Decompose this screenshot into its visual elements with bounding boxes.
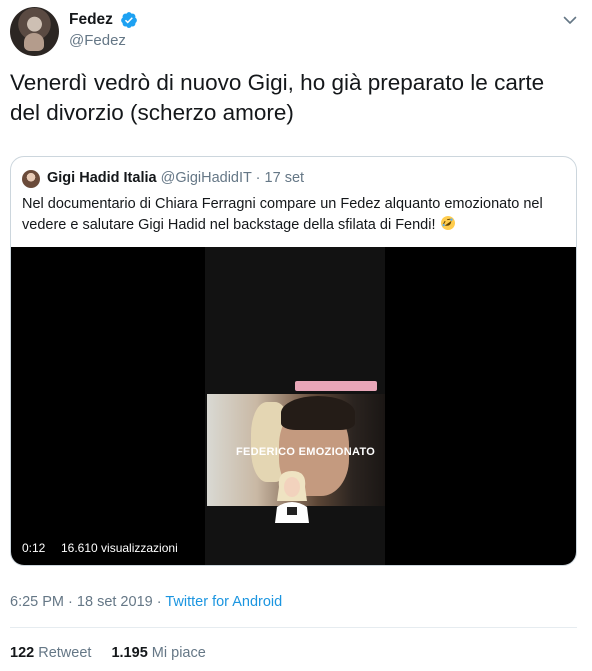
retweets-stat[interactable]: 122 Retweet: [10, 645, 95, 661]
tweet-text: Venerdì vedrò di nuovo Gigi, ho già prep…: [10, 70, 545, 125]
meta-separator: ·: [68, 594, 73, 610]
quoted-separator: ·: [255, 170, 261, 186]
rolling-on-floor-laughing-icon: [440, 216, 455, 230]
quoted-text: Nel documentario di Chiara Ferragni comp…: [22, 196, 543, 233]
tweet-meta: 6:25 PM · 18 set 2019 · Twitter for Andr…: [10, 594, 282, 610]
meta-separator-2: ·: [156, 594, 162, 610]
author-avatar[interactable]: [10, 7, 59, 56]
bitmoji-sticker: [275, 471, 309, 523]
divider: [10, 627, 577, 628]
quoted-header: Gigi Hadid Italia @GigiHadidIT · 17 set: [47, 170, 304, 186]
quoted-avatar[interactable]: [22, 170, 40, 188]
scene-figure-hair: [281, 396, 355, 430]
quoted-text-block: Nel documentario di Chiara Ferragni comp…: [22, 194, 570, 236]
author-name[interactable]: Fedez: [69, 11, 113, 29]
tweet-stats: 122 Retweet 1.195 Mi piace: [10, 645, 222, 661]
retweets-label: Retweet: [38, 645, 92, 661]
tweet-time[interactable]: 6:25 PM: [10, 594, 64, 610]
quoted-name[interactable]: Gigi Hadid Italia: [47, 170, 157, 186]
author-block[interactable]: Fedez: [69, 11, 138, 29]
tweet-date[interactable]: 18 set 2019: [77, 594, 153, 610]
chevron-down-icon[interactable]: [562, 12, 578, 28]
video-views: 16.610 visualizzazioni: [55, 538, 184, 559]
likes-label: Mi piace: [151, 645, 206, 661]
tweet-source-link[interactable]: Twitter for Android: [165, 594, 282, 610]
video-overlay-text: FEDERICO EMOZIONATO: [236, 446, 376, 458]
likes-count: 1.195: [111, 645, 148, 661]
quoted-date[interactable]: 17 set: [265, 170, 305, 186]
author-handle[interactable]: @Fedez: [69, 32, 126, 49]
story-sticker: [295, 381, 377, 391]
quoted-handle[interactable]: @GigiHadidIT: [161, 170, 252, 186]
verified-badge-icon: [121, 12, 138, 28]
likes-stat[interactable]: 1.195 Mi piace: [111, 645, 205, 661]
video-duration: 0:12: [17, 538, 51, 559]
retweets-count: 122: [10, 645, 35, 661]
